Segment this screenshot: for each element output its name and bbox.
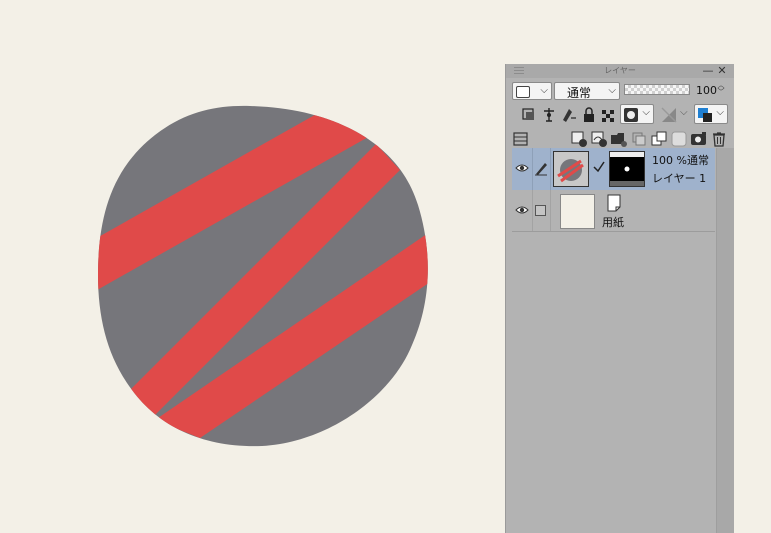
mask-layer-dropdown[interactable]: ⌵ xyxy=(620,104,654,124)
layer-property-icon[interactable] xyxy=(512,130,530,148)
canvas-artwork[interactable] xyxy=(0,0,505,533)
pen-icon xyxy=(535,163,547,176)
mask-layer-icon xyxy=(624,108,638,122)
palette-color-icon xyxy=(698,108,712,122)
unchecked-box-icon xyxy=(535,205,546,216)
new-raster-layer-icon[interactable] xyxy=(570,130,588,148)
layer-row-layer-1[interactable]: 100 %通常 レイヤー 1 xyxy=(512,148,715,190)
transfer-down-icon[interactable] xyxy=(630,130,648,148)
layer-row-paper[interactable]: 用紙 xyxy=(512,190,715,232)
layer-color-dropdown[interactable]: ⌵ xyxy=(660,106,690,124)
opacity-slider[interactable] xyxy=(624,84,690,95)
new-folder-icon[interactable] xyxy=(610,130,628,148)
chevron-down-icon: ⌵ xyxy=(540,85,548,96)
layer-name[interactable]: レイヤー 1 xyxy=(652,170,706,186)
chevron-down-icon: ⌵ xyxy=(608,85,616,96)
layer-mask-thumbnail xyxy=(609,151,645,187)
chevron-down-icon: ⌵ xyxy=(716,107,724,118)
edit-target-indicator[interactable] xyxy=(532,148,551,190)
close-button[interactable]: ✕ xyxy=(716,64,728,78)
layer-thumbnail xyxy=(553,151,589,187)
chevron-down-icon: ⌵ xyxy=(642,107,650,118)
layer-name[interactable]: 用紙 xyxy=(602,214,624,230)
layer-opacity-blend: 100 %通常 xyxy=(652,154,709,167)
opacity-spinner[interactable]: ︿ ﹀ xyxy=(716,82,726,96)
draft-layer-icon[interactable] xyxy=(560,106,578,124)
layer-color-icon xyxy=(661,107,677,123)
lock-transparency-icon[interactable] xyxy=(600,106,618,124)
palette-color-dropdown[interactable]: ⌵ xyxy=(694,104,728,124)
minimize-button[interactable]: — xyxy=(702,64,714,78)
layer-mask-icon[interactable] xyxy=(670,130,688,148)
ball-shape xyxy=(98,105,428,447)
new-vector-layer-icon[interactable] xyxy=(590,130,608,148)
layer-frame-icon xyxy=(516,86,530,98)
blend-mode-select[interactable]: 通常 ⌵ xyxy=(554,82,620,100)
delete-layer-icon[interactable] xyxy=(710,130,728,148)
chevron-down-icon: ⌵ xyxy=(680,107,688,118)
blend-mode-value: 通常 xyxy=(567,86,592,100)
paper-layer-icon xyxy=(607,194,621,212)
edit-target-indicator[interactable] xyxy=(532,190,551,231)
reference-layer-icon[interactable] xyxy=(540,106,558,124)
opacity-value[interactable]: 100 xyxy=(696,84,717,97)
layer-list-scrollbar[interactable] xyxy=(716,148,734,533)
panel-titlebar[interactable]: レイヤー — ✕ xyxy=(506,64,734,78)
layer-panel: レイヤー — ✕ ⌵ 通常 ⌵ 100 ︿ ﹀ ⌵ ⌵ ⌵ 100 %通常 レイ… xyxy=(505,64,734,533)
merge-down-icon[interactable] xyxy=(650,130,668,148)
expression-color-dropdown[interactable]: ⌵ xyxy=(512,82,552,100)
clip-to-layer-below-icon[interactable] xyxy=(520,106,538,124)
eye-icon xyxy=(515,206,529,214)
apply-mask-icon[interactable] xyxy=(690,130,708,148)
chevron-down-icon[interactable]: ﹀ xyxy=(716,89,726,96)
eye-icon xyxy=(515,164,529,172)
panel-title: レイヤー xyxy=(604,66,636,75)
paper-thumbnail xyxy=(560,194,595,229)
visibility-toggle[interactable] xyxy=(512,190,533,231)
lock-layer-icon[interactable] xyxy=(580,106,598,124)
mask-enabled-check-icon[interactable] xyxy=(593,161,605,173)
visibility-toggle[interactable] xyxy=(512,148,533,190)
